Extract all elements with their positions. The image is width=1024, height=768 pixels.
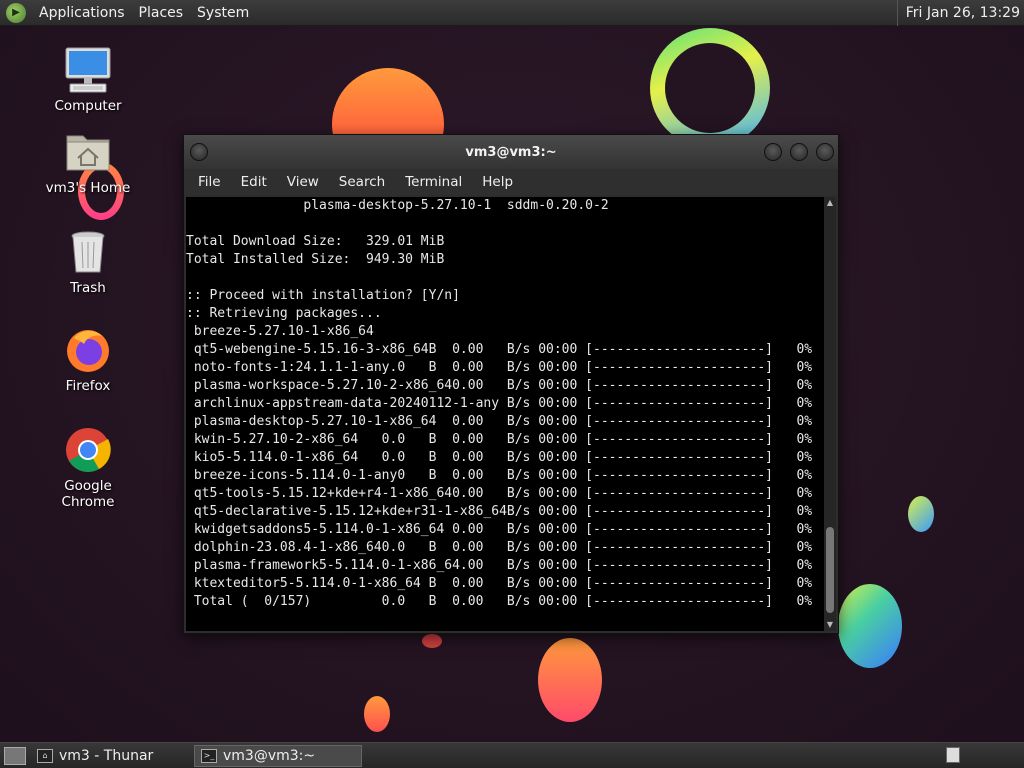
desktop-icon-chrome[interactable]: Google Chrome [38,426,138,510]
terminal-output[interactable]: plasma-desktop-5.27.10-1 sddm-0.20.0-2 To… [186,197,826,631]
applications-menu[interactable]: Applications [32,0,132,26]
menu-edit[interactable]: Edit [231,174,277,190]
menu-file[interactable]: File [188,174,231,190]
terminal-line: qt5-declarative-5.15.12+kde+r31-1-x86_64… [186,504,813,519]
desktop-icon-trash[interactable]: Trash [38,228,138,296]
menu-help[interactable]: Help [472,174,523,190]
terminal-line: dolphin-23.08.4-1-x86_640.0 B 0.00 B/s 0… [186,540,813,555]
terminal-line: Total Download Size: 329.01 MiB [186,234,445,249]
terminal-line: plasma-framework5-5.114.0-1-x86_64.00 B/… [186,558,813,573]
scroll-down-icon[interactable]: ▼ [824,619,836,631]
maximize-button[interactable] [790,143,808,161]
wallpaper-shape [538,638,602,722]
desktop-icon-label: Computer [54,98,122,114]
taskbar-item-terminal[interactable]: >_ vm3@vm3:~ [194,744,362,767]
firefox-icon [64,326,112,374]
desktop-icon-home[interactable]: vm3's Home [38,128,138,196]
wallpaper-ring [650,28,770,148]
terminal-line: ktexteditor5-5.114.0-1-x86_64 B 0.00 B/s… [186,576,813,591]
wallpaper-shape [364,696,390,732]
terminal-line: qt5-tools-5.15.12+kde+r4-1-x86_640.00 B/… [186,486,813,501]
menu-search[interactable]: Search [329,174,395,190]
desktop-icon-label: Trash [70,280,106,296]
wallpaper-shape [908,496,934,532]
computer-icon [64,46,112,94]
taskbar-item-thunar[interactable]: ⌂ vm3 - Thunar [30,745,190,767]
terminal-line: :: Proceed with installation? [Y/n] [186,288,460,303]
terminal-line: kio5-5.114.0-1-x86_64 0.0 B 0.00 B/s 00:… [186,450,813,465]
desktop-icon-computer[interactable]: Computer [38,46,138,114]
desktop-icon-label: Google Chrome [61,478,115,510]
terminal-icon: >_ [201,748,217,763]
top-panel: ▶ Applications Places System Fri Jan 26,… [0,0,1024,26]
home-folder-icon [64,128,112,176]
window-titlebar[interactable]: vm3@vm3:~ [184,135,838,169]
trash-icon [64,228,112,276]
system-menu[interactable]: System [190,0,256,26]
terminal-line: noto-fonts-1:24.1.1-1-any.0 B 0.00 B/s 0… [186,360,813,375]
terminal-line: kwin-5.27.10-2-x86_64 0.0 B 0.00 B/s 00:… [186,432,813,447]
file-manager-icon: ⌂ [37,748,53,763]
terminal-line: :: Retrieving packages... [186,306,382,321]
places-menu[interactable]: Places [132,0,191,26]
desktop-icon-firefox[interactable]: Firefox [38,326,138,394]
terminal-line: kwidgetsaddons5-5.114.0-1-x86_64 0.00 B/… [186,522,813,537]
bottom-taskbar: ⌂ vm3 - Thunar >_ vm3@vm3:~ [0,742,1024,768]
terminal-line: qt5-webengine-5.15.16-3-x86_64B 0.00 B/s… [186,342,813,357]
workspace-switcher-icon[interactable] [946,747,960,763]
terminal-window: vm3@vm3:~ File Edit View Search Terminal… [183,134,839,634]
show-desktop-icon[interactable] [4,746,26,765]
wallpaper-shape [422,634,442,648]
scroll-up-icon[interactable]: ▲ [824,197,836,209]
terminal-menubar: File Edit View Search Terminal Help [184,169,838,195]
terminal-scrollbar[interactable]: ▲ ▼ [824,197,836,631]
menu-view[interactable]: View [277,174,329,190]
window-title: vm3@vm3:~ [465,144,557,160]
chrome-icon [64,426,112,474]
menu-terminal[interactable]: Terminal [395,174,472,190]
terminal-line: Total Installed Size: 949.30 MiB [186,252,445,267]
desktop-icon-label: vm3's Home [45,180,131,196]
wallpaper-shape [838,584,902,668]
terminal-line: plasma-desktop-5.27.10-1-x86_64 0.00 B/s… [186,414,813,429]
terminal-line: plasma-desktop-5.27.10-1 sddm-0.20.0-2 [186,198,609,213]
terminal-line: archlinux-appstream-data-20240112-1-any … [186,396,813,411]
taskbar-item-label: vm3 - Thunar [59,747,154,764]
taskbar-item-label: vm3@vm3:~ [223,747,316,764]
terminal-line: breeze-5.27.10-1-x86_64 [186,324,374,339]
minimize-button[interactable] [764,143,782,161]
scrollbar-thumb[interactable] [826,527,834,613]
terminal-line: breeze-icons-5.114.0-1-any0 B 0.00 B/s 0… [186,468,813,483]
clock[interactable]: Fri Jan 26, 13:29 [896,0,1020,26]
terminal-line: plasma-workspace-5.27.10-2-x86_640.00 B/… [186,378,813,393]
window-menu-button[interactable] [190,143,208,161]
desktop-icon-label: Firefox [65,378,111,394]
terminal-line: Total ( 0/157) 0.0 B 0.00 B/s 00:00 [---… [186,594,813,609]
close-button[interactable] [816,143,834,161]
distro-logo-icon[interactable]: ▶ [6,2,26,23]
